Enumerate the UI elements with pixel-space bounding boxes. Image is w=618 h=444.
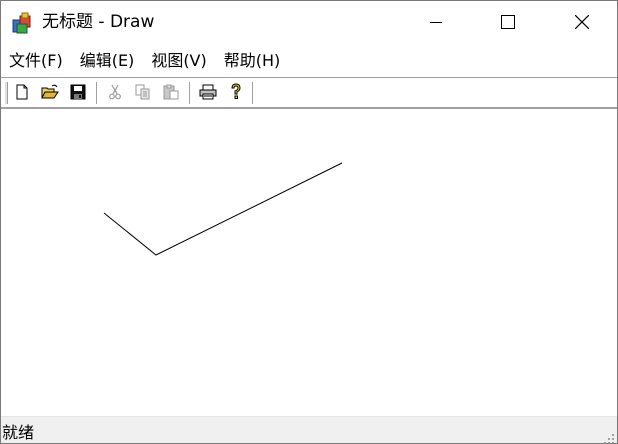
cut-icon [109,84,121,100]
open-folder-icon [41,84,59,99]
close-icon [575,15,589,29]
new-file-button[interactable] [11,81,33,103]
help-button[interactable] [225,81,247,103]
title-bar[interactable]: 无标题 - Draw [1,1,617,43]
menu-file[interactable]: 文件(F) [1,49,63,73]
help-icon [231,83,241,99]
close-button[interactable] [559,1,605,43]
paste-button[interactable] [160,81,182,103]
menu-view[interactable]: 视图(V) [143,49,206,73]
maximize-button[interactable] [485,1,531,43]
copy-button[interactable] [132,81,154,103]
window-title: 无标题 - Draw [42,12,155,32]
drawing-surface[interactable] [1,109,617,414]
status-text: 就绪 [2,423,35,442]
paste-icon [163,84,179,100]
print-icon [199,84,217,100]
copy-icon [135,84,150,100]
save-button[interactable] [67,81,89,103]
open-folder-button[interactable] [39,81,61,103]
print-button[interactable] [197,81,219,103]
toolbar-separator [96,82,99,104]
save-icon [70,84,86,100]
resize-grip-icon[interactable] [603,430,615,443]
app-icon[interactable] [10,11,34,35]
drawn-line [103,162,343,256]
new-file-icon [16,84,28,100]
toolbar-separator [189,82,192,104]
toolbar-grip[interactable] [4,82,8,104]
minimize-icon [430,22,442,23]
app-window: 无标题 - Draw 文件(F) 编辑(E) 视图(V) 帮助(H) 就绪 [0,0,618,444]
menu-edit[interactable]: 编辑(E) [72,49,135,73]
toolbar-separator [252,82,255,104]
menu-bar: 文件(F) 编辑(E) 视图(V) 帮助(H) [1,49,289,73]
cut-button[interactable] [104,81,126,103]
toolbar [1,77,617,109]
drawing-canvas[interactable] [1,109,617,414]
minimize-button[interactable] [413,1,459,43]
status-bar: 就绪 [1,416,617,443]
menu-help[interactable]: 帮助(H) [216,49,281,73]
maximize-icon [501,15,515,29]
